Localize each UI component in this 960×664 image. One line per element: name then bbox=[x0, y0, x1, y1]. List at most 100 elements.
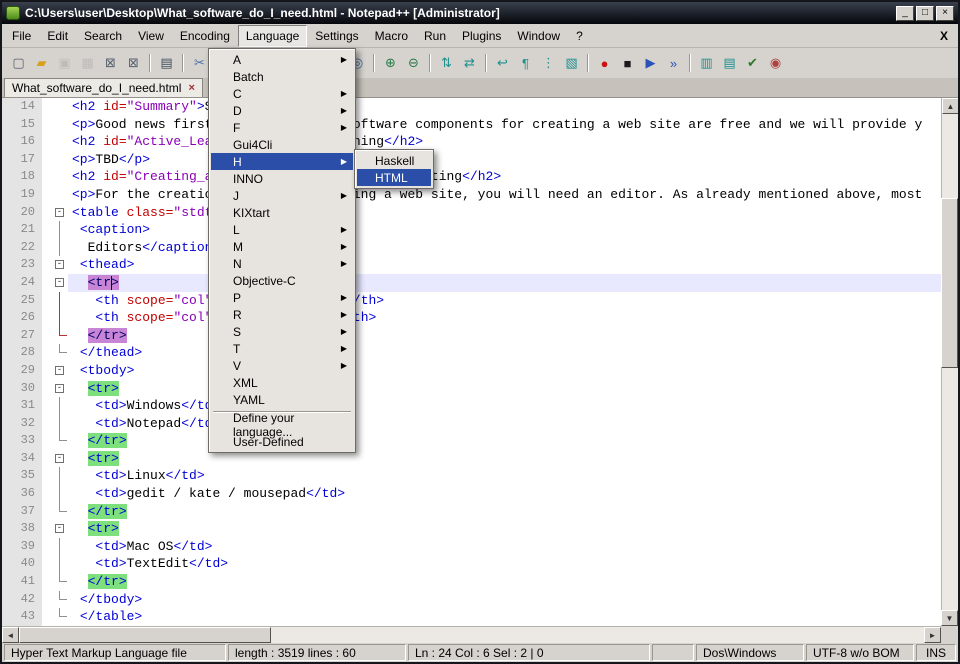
bookmark-margin[interactable] bbox=[42, 555, 52, 573]
code-text[interactable]: <caption> bbox=[68, 221, 941, 239]
language-menu-item-n[interactable]: N▶ bbox=[211, 255, 353, 272]
fold-collapse-icon[interactable]: - bbox=[55, 260, 64, 269]
menubar-item-language[interactable]: Language bbox=[238, 25, 307, 47]
code-text[interactable]: </tr> bbox=[68, 573, 941, 591]
code-text[interactable]: <p>Good news first: nearly all the softw… bbox=[68, 116, 941, 134]
stop-recording-icon[interactable]: ■ bbox=[618, 54, 637, 73]
language-menu-item-objective-c[interactable]: Objective-C bbox=[211, 272, 353, 289]
zoom-in-icon[interactable]: ⊕ bbox=[381, 54, 400, 73]
code-text[interactable]: <td>Windows</td> bbox=[68, 397, 941, 415]
menubar-item-settings[interactable]: Settings bbox=[307, 25, 366, 47]
bookmark-margin[interactable] bbox=[42, 168, 52, 186]
bookmark-margin[interactable] bbox=[42, 186, 52, 204]
language-menu-item-inno[interactable]: INNO bbox=[211, 170, 353, 187]
fold-margin[interactable]: - bbox=[52, 256, 68, 274]
print-icon[interactable]: ▤ bbox=[157, 54, 176, 73]
code-text[interactable]: <tr> bbox=[68, 274, 941, 292]
tab-close-icon[interactable]: × bbox=[188, 82, 194, 94]
bookmark-margin[interactable] bbox=[42, 133, 52, 151]
fold-margin[interactable]: - bbox=[52, 204, 68, 222]
fold-collapse-icon[interactable]: - bbox=[55, 524, 64, 533]
close-button[interactable]: × bbox=[936, 6, 954, 21]
horizontal-scrollbar[interactable]: ◄ ► bbox=[2, 626, 941, 643]
tab-what-software-do-i-need[interactable]: What_software_do_I_need.html × bbox=[4, 78, 203, 97]
bookmark-margin[interactable] bbox=[42, 292, 52, 310]
new-file-icon[interactable]: ▢ bbox=[9, 54, 28, 73]
bookmark-margin[interactable] bbox=[42, 397, 52, 415]
language-menu-item-j[interactable]: J▶ bbox=[211, 187, 353, 204]
fold-margin[interactable]: - bbox=[52, 520, 68, 538]
bookmark-margin[interactable] bbox=[42, 467, 52, 485]
code-area[interactable]: 14<h2 id="Summary">Summary</h2>15<p>Good… bbox=[2, 98, 941, 626]
language-menu-item-define-your-language[interactable]: Define your language... bbox=[211, 416, 353, 433]
bookmark-margin[interactable] bbox=[42, 98, 52, 116]
code-text[interactable]: <tr> bbox=[68, 380, 941, 398]
fold-collapse-icon[interactable]: - bbox=[55, 278, 64, 287]
code-text[interactable]: <tbody> bbox=[68, 362, 941, 380]
bookmark-margin[interactable] bbox=[42, 256, 52, 274]
minimize-button[interactable]: _ bbox=[896, 6, 914, 21]
bookmark-margin[interactable] bbox=[42, 309, 52, 327]
vertical-scrollbar[interactable]: ▲ ▼ bbox=[941, 98, 958, 626]
document-close-button[interactable]: X bbox=[940, 29, 948, 43]
open-folder-icon[interactable]: ▰ bbox=[32, 54, 51, 73]
vertical-scroll-thumb[interactable] bbox=[941, 198, 958, 368]
language-menu-item-yaml[interactable]: YAML bbox=[211, 391, 353, 408]
code-text[interactable]: Editors</caption> bbox=[68, 239, 941, 257]
monitoring-icon[interactable]: ◉ bbox=[766, 54, 785, 73]
zoom-out-icon[interactable]: ⊖ bbox=[404, 54, 423, 73]
menubar-item-run[interactable]: Run bbox=[416, 25, 454, 47]
menubar-item-edit[interactable]: Edit bbox=[39, 25, 76, 47]
bookmark-margin[interactable] bbox=[42, 344, 52, 362]
document-map-icon[interactable]: ▤ bbox=[720, 54, 739, 73]
code-text[interactable]: </tr> bbox=[68, 432, 941, 450]
bookmark-margin[interactable] bbox=[42, 239, 52, 257]
code-text[interactable]: </tr> bbox=[68, 327, 941, 345]
code-text[interactable]: <p>For the creation and the maintaining … bbox=[68, 186, 941, 204]
code-text[interactable]: <p>TBD</p> bbox=[68, 151, 941, 169]
bookmark-margin[interactable] bbox=[42, 485, 52, 503]
code-text[interactable]: <h2 id="Creating_and_editing">Creating a… bbox=[68, 168, 941, 186]
menubar-item-file[interactable]: File bbox=[4, 25, 39, 47]
language-menu-item-c[interactable]: C▶ bbox=[211, 85, 353, 102]
code-text[interactable]: <td>TextEdit</td> bbox=[68, 555, 941, 573]
code-text[interactable]: </tr> bbox=[68, 503, 941, 521]
fold-margin[interactable]: - bbox=[52, 274, 68, 292]
fold-margin[interactable]: - bbox=[52, 450, 68, 468]
code-text[interactable]: <tr> bbox=[68, 450, 941, 468]
language-menu-item-t[interactable]: T▶ bbox=[211, 340, 353, 357]
bookmark-margin[interactable] bbox=[42, 380, 52, 398]
menubar-item-macro[interactable]: Macro bbox=[367, 25, 416, 47]
bookmark-margin[interactable] bbox=[42, 116, 52, 134]
bookmark-margin[interactable] bbox=[42, 520, 52, 538]
bookmark-margin[interactable] bbox=[42, 432, 52, 450]
code-text[interactable]: <thead> bbox=[68, 256, 941, 274]
menubar-item-search[interactable]: Search bbox=[76, 25, 130, 47]
run-macro-multiple-times-icon[interactable]: » bbox=[664, 54, 683, 73]
code-text[interactable]: <table class="stdtable"> bbox=[68, 204, 941, 222]
bookmark-margin[interactable] bbox=[42, 503, 52, 521]
language-menu-item-gui4cli[interactable]: Gui4Cli bbox=[211, 136, 353, 153]
language-menu-item-h[interactable]: H▶ bbox=[211, 153, 353, 170]
bookmark-margin[interactable] bbox=[42, 221, 52, 239]
cut-icon[interactable]: ✂ bbox=[190, 54, 209, 73]
bookmark-margin[interactable] bbox=[42, 591, 52, 609]
horizontal-scroll-thumb[interactable] bbox=[19, 627, 271, 643]
user-define-dialog-icon[interactable]: ▧ bbox=[562, 54, 581, 73]
function-list-icon[interactable]: ▥ bbox=[697, 54, 716, 73]
code-text[interactable]: <th scope="col">Operating system</th> bbox=[68, 292, 941, 310]
bookmark-margin[interactable] bbox=[42, 450, 52, 468]
code-text[interactable]: </thead> bbox=[68, 344, 941, 362]
code-text[interactable]: <td>Linux</td> bbox=[68, 467, 941, 485]
sync-vertical-scroll-icon[interactable]: ⇅ bbox=[437, 54, 456, 73]
language-menu-item-user-defined[interactable]: User-Defined bbox=[211, 433, 353, 450]
code-text[interactable]: <h2 id="Summary">Summary</h2> bbox=[68, 98, 941, 116]
language-menu-item-kixtart[interactable]: KIXtart bbox=[211, 204, 353, 221]
playback-macro-icon[interactable]: ▶ bbox=[641, 54, 660, 73]
fold-collapse-icon[interactable]: - bbox=[55, 208, 64, 217]
menubar-item-encoding[interactable]: Encoding bbox=[172, 25, 238, 47]
code-text[interactable]: <td>gedit / kate / mousepad</td> bbox=[68, 485, 941, 503]
fold-margin[interactable]: - bbox=[52, 380, 68, 398]
bookmark-margin[interactable] bbox=[42, 327, 52, 345]
bookmark-margin[interactable] bbox=[42, 204, 52, 222]
